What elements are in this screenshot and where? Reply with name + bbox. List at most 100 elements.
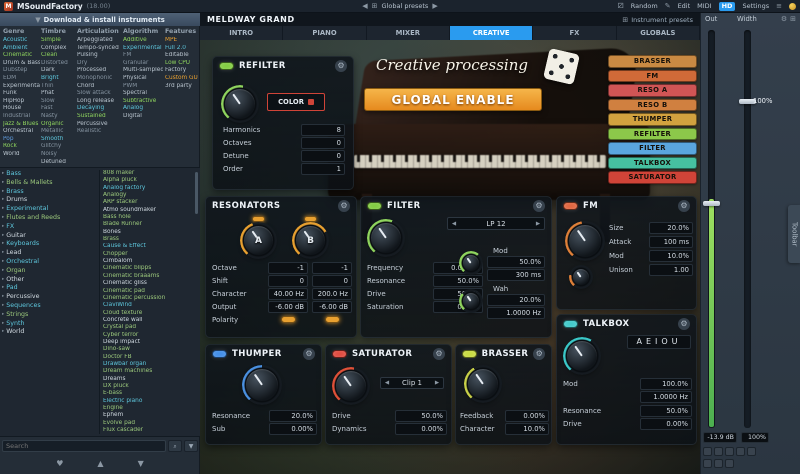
instrument-item[interactable]: Bones xyxy=(103,229,193,236)
param-value[interactable]: 100.0% xyxy=(640,378,692,390)
instrument-item[interactable]: Brass xyxy=(103,236,193,243)
fm-main-knob[interactable] xyxy=(567,223,603,259)
param-value[interactable]: 10.0% xyxy=(649,250,693,262)
expand-arrow-icon[interactable]: ▸ xyxy=(2,328,4,337)
tag-item[interactable]: Custom GUI xyxy=(165,75,198,83)
instrument-item[interactable]: Bass hole xyxy=(103,214,193,221)
instrument-item[interactable]: Cinematic blipps xyxy=(103,265,193,272)
hd-toggle[interactable]: HD xyxy=(719,2,736,11)
tag-item[interactable]: Editable xyxy=(165,52,198,60)
tag-item[interactable]: Distorted xyxy=(41,60,77,68)
tab-creative[interactable]: CREATIVE xyxy=(450,26,533,40)
instrument-item[interactable]: 808 maker xyxy=(103,170,193,177)
instrument-item[interactable]: Drawbar organ xyxy=(103,361,193,368)
grid-icon[interactable]: ⊞ xyxy=(372,2,378,10)
toolbar-tab[interactable]: Toolbar xyxy=(788,205,800,263)
resonator-a-knob[interactable]: A xyxy=(242,224,275,257)
grid-icon[interactable]: ⊞ xyxy=(790,15,796,23)
settings-button[interactable]: Settings xyxy=(742,2,769,10)
tag-item[interactable]: Arpeggiated xyxy=(77,37,122,45)
module-button[interactable]: FM xyxy=(608,70,697,83)
param-value[interactable]: 1.00 xyxy=(649,264,693,276)
category-item[interactable]: ▸ Bells & Mallets xyxy=(2,179,96,188)
tag-item[interactable]: Orchestral xyxy=(3,128,40,136)
global-presets-button[interactable]: Global presets xyxy=(382,2,429,10)
tag-item[interactable]: 3rd party xyxy=(165,83,198,91)
category-item[interactable]: ▸ Guitar xyxy=(2,232,96,241)
tag-item[interactable]: PWM xyxy=(123,83,163,91)
scroll-up-icon[interactable]: ▲ xyxy=(97,459,103,468)
pencil-icon[interactable]: ✎ xyxy=(665,2,671,10)
instrument-item[interactable]: Dreams xyxy=(103,376,193,383)
tag-item[interactable]: Additive xyxy=(123,37,163,45)
dice-icon[interactable]: ⚂ xyxy=(618,2,624,10)
instrument-item[interactable]: Electric piano xyxy=(103,398,193,405)
expand-arrow-icon[interactable]: ▸ xyxy=(2,205,4,214)
param-value[interactable]: 8 xyxy=(301,124,345,136)
param-value[interactable]: 0.00% xyxy=(505,410,549,422)
tag-item[interactable]: HipHop xyxy=(3,98,40,106)
tag-item[interactable]: Glitchy xyxy=(41,143,77,151)
next-preset-icon[interactable]: ▶ xyxy=(432,2,437,10)
filter-main-knob[interactable] xyxy=(369,221,403,255)
talkbox-knob[interactable] xyxy=(565,339,599,373)
brasser-enable-led[interactable] xyxy=(462,350,477,358)
tag-item[interactable]: Simple xyxy=(41,37,77,45)
download-install-button[interactable]: ▼ Download & install instruments xyxy=(0,13,200,26)
prev-preset-icon[interactable]: ◀ xyxy=(362,2,367,10)
gear-icon[interactable]: ⚙ xyxy=(678,200,690,212)
thumper-enable-led[interactable] xyxy=(212,350,227,358)
fm-unison-knob[interactable] xyxy=(571,267,591,287)
tag-item[interactable]: House xyxy=(3,105,40,113)
gear-icon[interactable]: ⚙ xyxy=(678,318,690,330)
module-button[interactable]: FILTER xyxy=(608,142,697,155)
expand-arrow-icon[interactable]: ▸ xyxy=(2,223,4,232)
rail-button[interactable] xyxy=(703,447,712,456)
instrument-item[interactable]: Alpha pluck xyxy=(103,177,193,184)
color-button[interactable]: COLOR xyxy=(267,93,325,111)
expand-arrow-icon[interactable]: ▸ xyxy=(2,196,4,205)
tag-item[interactable]: Sustained xyxy=(77,113,122,121)
param-value-b[interactable]: 200.0 Hz xyxy=(312,288,352,300)
tag-item[interactable]: Low CPU xyxy=(165,60,198,68)
tag-item[interactable]: Noisy xyxy=(41,151,77,159)
param-value[interactable]: 50.0% xyxy=(640,405,692,417)
category-item[interactable]: ▸ Flutes and Reeds xyxy=(2,214,96,223)
tag-item[interactable]: Dubstep xyxy=(3,67,40,75)
tag-item[interactable]: FM xyxy=(123,52,163,60)
param-value[interactable]: 50.0% xyxy=(395,410,447,422)
tag-item[interactable]: Smooth xyxy=(41,136,77,144)
instrument-presets-button[interactable]: ⊞ Instrument presets xyxy=(622,16,693,24)
talkbox-enable-led[interactable] xyxy=(563,320,578,328)
tag-item[interactable]: Percussive xyxy=(77,121,122,129)
category-item[interactable]: ▸ Drums xyxy=(2,196,96,205)
expand-arrow-icon[interactable]: ▸ xyxy=(2,179,4,188)
expand-arrow-icon[interactable]: ▸ xyxy=(2,240,4,249)
gear-icon[interactable]: ⚙ xyxy=(433,348,445,360)
tag-item[interactable]: Complex xyxy=(41,45,77,53)
instrument-item[interactable]: Cyber terror xyxy=(103,332,193,339)
category-item[interactable]: ▸ Experimental xyxy=(2,205,96,214)
rail-button[interactable] xyxy=(703,459,712,468)
wah-rate-value[interactable]: 1.0000 Hz xyxy=(487,307,545,319)
instrument-item[interactable]: Crystal pad xyxy=(103,324,193,331)
filter-wah-knob[interactable] xyxy=(461,291,481,311)
instrument-item[interactable]: Dino-saw xyxy=(103,346,193,353)
tag-item[interactable]: Acoustic xyxy=(3,37,40,45)
tag-item[interactable]: Fast xyxy=(41,105,77,113)
instrument-item[interactable]: Flux cascader xyxy=(103,427,193,434)
instrument-item[interactable]: Cinematic pad xyxy=(103,288,193,295)
tag-item[interactable]: Experimental xyxy=(123,45,163,53)
tag-item[interactable]: Clean xyxy=(41,52,77,60)
gear-icon[interactable]: ⚙ xyxy=(781,15,787,23)
tag-item[interactable]: Realistic xyxy=(77,128,122,136)
category-item[interactable]: ▸ Sequences xyxy=(2,302,96,311)
instrument-item[interactable]: Atmo soundmaker xyxy=(103,207,193,214)
filter-type-dropdown[interactable]: ◀ LP 12 ▶ xyxy=(447,217,545,230)
saturator-knob[interactable] xyxy=(334,369,368,403)
category-item[interactable]: ▸ Pad xyxy=(2,284,96,293)
instrument-item[interactable]: DX pluck xyxy=(103,383,193,390)
expand-arrow-icon[interactable]: ▸ xyxy=(2,293,4,302)
rail-button[interactable] xyxy=(747,447,756,456)
next-arrow-icon[interactable]: ▶ xyxy=(532,221,544,227)
